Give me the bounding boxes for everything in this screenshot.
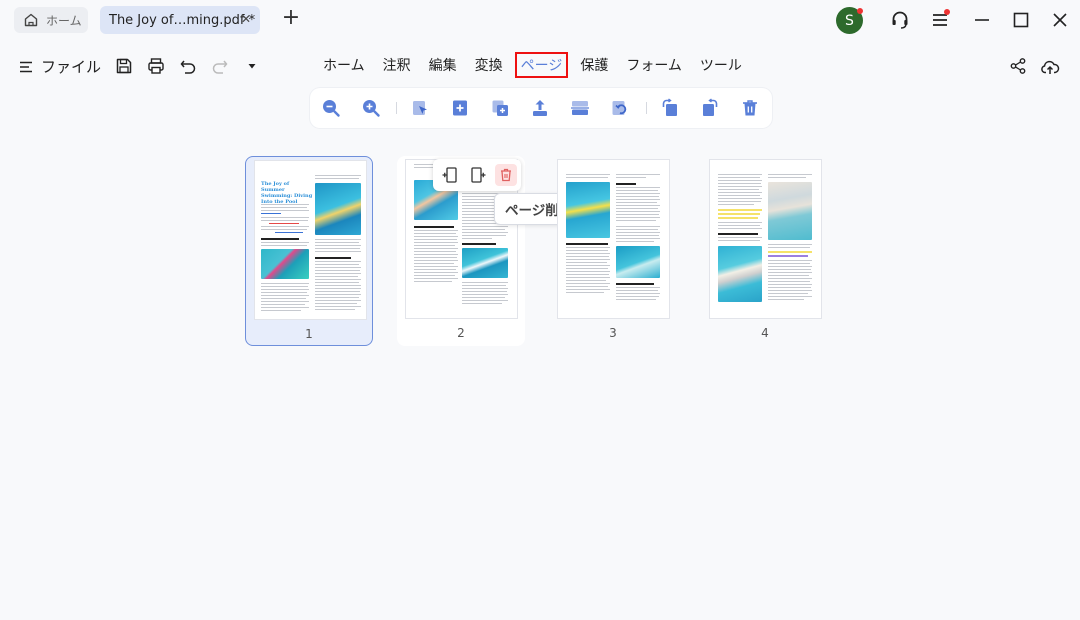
- headset-icon[interactable]: [890, 10, 910, 30]
- new-tab-button[interactable]: +: [280, 7, 302, 30]
- zoom-in-icon[interactable]: [361, 98, 381, 118]
- home-icon: [24, 13, 38, 27]
- replace-page-icon[interactable]: [610, 98, 630, 118]
- menu-form[interactable]: フォーム: [617, 52, 691, 78]
- zoom-out-icon[interactable]: [321, 98, 341, 118]
- print-icon[interactable]: [147, 57, 165, 75]
- dropdown-caret-icon[interactable]: [243, 57, 261, 75]
- file-menu-button[interactable]: ファイル: [18, 56, 101, 77]
- page-preview: [709, 159, 822, 319]
- avatar-initial: S: [845, 12, 854, 29]
- document-tab[interactable]: The Joy of…ming.pdf * ✕: [100, 6, 260, 34]
- extract-page-icon[interactable]: [490, 98, 510, 118]
- insert-page-icon[interactable]: [450, 98, 470, 118]
- document-tab-title: The Joy of…ming.pdf *: [109, 12, 256, 28]
- split-page-icon[interactable]: [570, 98, 590, 118]
- toolbar-divider: [396, 102, 397, 114]
- title-bar: ホーム The Joy of…ming.pdf * ✕ + S: [0, 0, 1080, 40]
- home-tab-label: ホーム: [46, 13, 82, 28]
- undo-icon[interactable]: [179, 57, 197, 75]
- maximize-icon[interactable]: [1011, 10, 1031, 30]
- main-menu: ホーム 注釈 編集 変換 ページ 保護 フォーム ツール: [314, 52, 751, 78]
- menu-tools[interactable]: ツール: [691, 52, 751, 78]
- close-tab-icon[interactable]: ✕: [241, 12, 251, 26]
- insert-page-after-icon[interactable]: [468, 165, 488, 185]
- page-toolbar: [310, 88, 772, 128]
- page-number: 3: [609, 326, 617, 340]
- delete-page-icon[interactable]: [740, 98, 760, 118]
- page-number: 1: [305, 327, 313, 341]
- menu-page[interactable]: ページ: [514, 52, 569, 78]
- page-thumbnail-3[interactable]: 3: [549, 156, 677, 346]
- share-icon[interactable]: [1009, 57, 1027, 75]
- page-number: 4: [761, 326, 769, 340]
- page-action-bar: [433, 159, 521, 191]
- cloud-upload-icon[interactable]: [1040, 57, 1060, 77]
- notification-dot: [857, 8, 863, 14]
- page-number: 2: [457, 326, 465, 340]
- toolbar-divider: [646, 102, 647, 114]
- rotate-right-icon[interactable]: [700, 98, 720, 118]
- home-tab[interactable]: ホーム: [14, 7, 88, 33]
- menu-edit[interactable]: 編集: [420, 52, 466, 78]
- page-thumbnail-4[interactable]: 4: [701, 156, 829, 346]
- menu-annotate[interactable]: 注釈: [374, 52, 420, 78]
- save-icon[interactable]: [115, 57, 133, 75]
- menu-home[interactable]: ホーム: [314, 52, 374, 78]
- delete-page-icon[interactable]: [495, 164, 517, 186]
- insert-page-before-icon[interactable]: [440, 165, 460, 185]
- page-1-heading: The Joy of Summer Swimming: Diving Into …: [261, 181, 313, 205]
- minimize-icon[interactable]: [972, 10, 992, 30]
- page-thumbnail-1[interactable]: The Joy of Summer Swimming: Diving Into …: [245, 156, 373, 346]
- page-preview: [557, 159, 670, 319]
- menu-notification-dot: [944, 9, 950, 15]
- rotate-left-icon[interactable]: [660, 98, 680, 118]
- select-page-icon[interactable]: [410, 98, 430, 118]
- redo-icon[interactable]: [211, 57, 229, 75]
- menu-lines-icon: [20, 61, 32, 72]
- menu-protect[interactable]: 保護: [571, 52, 617, 78]
- menu-convert[interactable]: 変換: [466, 52, 512, 78]
- menu-bar: ファイル ホーム 注釈 編集 変換 ページ 保護 フォーム ツール: [0, 48, 1080, 84]
- export-page-icon[interactable]: [530, 98, 550, 118]
- file-menu-label: ファイル: [41, 58, 102, 76]
- close-window-icon[interactable]: [1050, 10, 1070, 30]
- page-preview: The Joy of Summer Swimming: Diving Into …: [254, 160, 367, 320]
